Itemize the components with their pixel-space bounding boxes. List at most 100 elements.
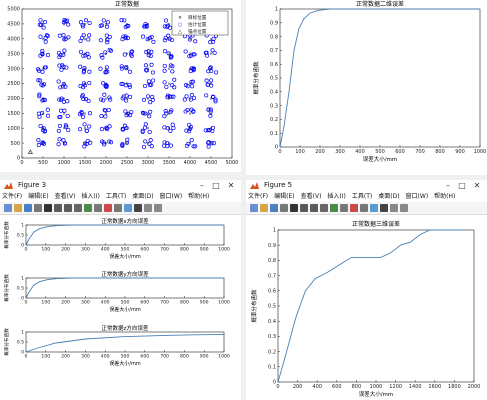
hide-plot-tools-icon[interactable] [144, 204, 152, 212]
print-icon[interactable] [280, 204, 288, 212]
data-cursor-icon[interactable] [340, 204, 348, 212]
menu-item[interactable]: 插入(I) [327, 192, 345, 202]
y-axis-label: 概率分布函数 [3, 274, 10, 302]
menu-item[interactable]: 桌面(D) [132, 192, 153, 202]
y-tick-label: 4000 [7, 36, 20, 42]
menu-item[interactable]: 工具(T) [352, 192, 372, 202]
x-tick-label: 300 [81, 247, 90, 253]
open-file-icon[interactable] [260, 204, 268, 212]
print-icon[interactable] [34, 204, 42, 212]
x-tick-label: 200 [61, 247, 70, 253]
x-tick-label: 800 [435, 149, 445, 155]
menu-bar: 文件(F) 编辑(E) 查看(V) 插入(I) 工具(T) 桌面(D) 窗口(W) 帮助(H) [0, 192, 241, 202]
minimize-button[interactable]: – [442, 181, 454, 190]
x-tick-label: 1600 [428, 384, 441, 390]
x-tick-label: 400 [355, 149, 365, 155]
insert-legend-icon[interactable] [380, 204, 388, 212]
pan-icon[interactable] [74, 204, 82, 212]
maximize-button[interactable]: □ [210, 181, 222, 190]
x-tick-label: 200 [293, 384, 303, 390]
x-tick-label: 100 [41, 300, 50, 306]
rotate-icon[interactable] [84, 204, 92, 212]
x-tick-label: 800 [180, 354, 189, 360]
link-icon[interactable] [360, 204, 368, 212]
target-marker: × [104, 96, 107, 101]
menu-item[interactable]: 窗口(W) [406, 192, 429, 202]
target-marker: × [146, 111, 149, 116]
y-tick-label: 0.7 [270, 48, 278, 54]
pointer-icon[interactable] [44, 204, 52, 212]
plot-title: 正常数据三维误差 [352, 220, 400, 228]
target-marker: × [209, 96, 212, 101]
new-file-icon[interactable] [4, 204, 12, 212]
x-tick-label: 3000 [142, 160, 155, 166]
y-tick-label: 0.5 [270, 76, 278, 82]
zoom-in-icon[interactable] [300, 204, 308, 212]
target-marker: × [62, 126, 65, 131]
insert-colorbar-icon[interactable] [370, 204, 378, 212]
x-tick-label: 1000 [58, 160, 71, 166]
close-button[interactable]: ✕ [225, 181, 237, 190]
save-icon[interactable] [24, 204, 32, 212]
y-axis-label: 概率分布函数 [3, 328, 10, 356]
brush-icon[interactable] [104, 204, 112, 212]
menu-item[interactable]: 文件(F) [2, 192, 22, 202]
x-tick-label: 200 [61, 300, 70, 306]
show-plot-tools-icon[interactable] [154, 204, 162, 212]
menu-item[interactable]: 窗口(W) [160, 192, 183, 202]
x-axis-label: 误差大小/mm [359, 390, 394, 398]
target-marker: × [167, 111, 170, 116]
data-cursor-icon[interactable] [94, 204, 102, 212]
y-tick-label: 1 [21, 276, 24, 282]
target-marker: × [188, 141, 191, 146]
target-marker: × [41, 66, 44, 71]
x-axis-label: 误差大小/mm [363, 155, 398, 163]
menu-item[interactable]: 插入(I) [81, 192, 99, 202]
menu-item[interactable]: 帮助(H) [434, 192, 455, 202]
insert-legend-icon[interactable] [134, 204, 142, 212]
maximize-button[interactable]: □ [456, 181, 468, 190]
y-tick-label: 0.2 [268, 349, 276, 355]
cdf-plot-3d: 正常数据三维误差 0 200 400 600 800 1000 1200 1400 1600 180… [250, 220, 480, 398]
menu-item[interactable]: 查看(V) [301, 192, 322, 202]
menu-item[interactable]: 工具(T) [106, 192, 126, 202]
close-button[interactable]: ✕ [471, 181, 483, 190]
x-tick-label: 600 [140, 300, 149, 306]
save-icon[interactable] [270, 204, 278, 212]
pan-icon[interactable] [320, 204, 328, 212]
hide-plot-tools-icon[interactable] [390, 204, 398, 212]
x-tick-label: 1000 [218, 247, 230, 253]
target-marker: × [83, 141, 86, 146]
menu-item[interactable]: 桌面(D) [378, 192, 399, 202]
target-marker: × [146, 141, 149, 146]
menu-item[interactable]: 编辑(E) [28, 192, 48, 202]
target-marker: × [104, 51, 107, 56]
x-tick-label: 500 [121, 354, 130, 360]
target-marker: × [41, 21, 44, 26]
target-marker: × [125, 36, 128, 41]
link-icon[interactable] [114, 204, 122, 212]
menu-item[interactable]: 文件(F) [248, 192, 268, 202]
pointer-icon[interactable] [290, 204, 298, 212]
brush-icon[interactable] [350, 204, 358, 212]
target-marker: × [104, 36, 107, 41]
target-marker: × [62, 21, 65, 26]
zoom-in-icon[interactable] [54, 204, 62, 212]
target-marker: × [167, 96, 170, 101]
insert-colorbar-icon[interactable] [124, 204, 132, 212]
menu-item[interactable]: 帮助(H) [188, 192, 209, 202]
minimize-button[interactable]: – [196, 181, 208, 190]
matlab-icon [4, 182, 13, 189]
menu-item[interactable]: 查看(V) [55, 192, 76, 202]
zoom-out-icon[interactable] [64, 204, 72, 212]
y-tick-label: 0.8 [270, 34, 278, 40]
y-tick-label: 5000 [7, 7, 20, 13]
x-tick-label: 1400 [409, 384, 422, 390]
new-file-icon[interactable] [250, 204, 258, 212]
menu-item[interactable]: 编辑(E) [274, 192, 294, 202]
rotate-icon[interactable] [330, 204, 338, 212]
show-plot-tools-icon[interactable] [400, 204, 408, 212]
open-file-icon[interactable] [14, 204, 22, 212]
target-marker: × [104, 81, 107, 86]
zoom-out-icon[interactable] [310, 204, 318, 212]
